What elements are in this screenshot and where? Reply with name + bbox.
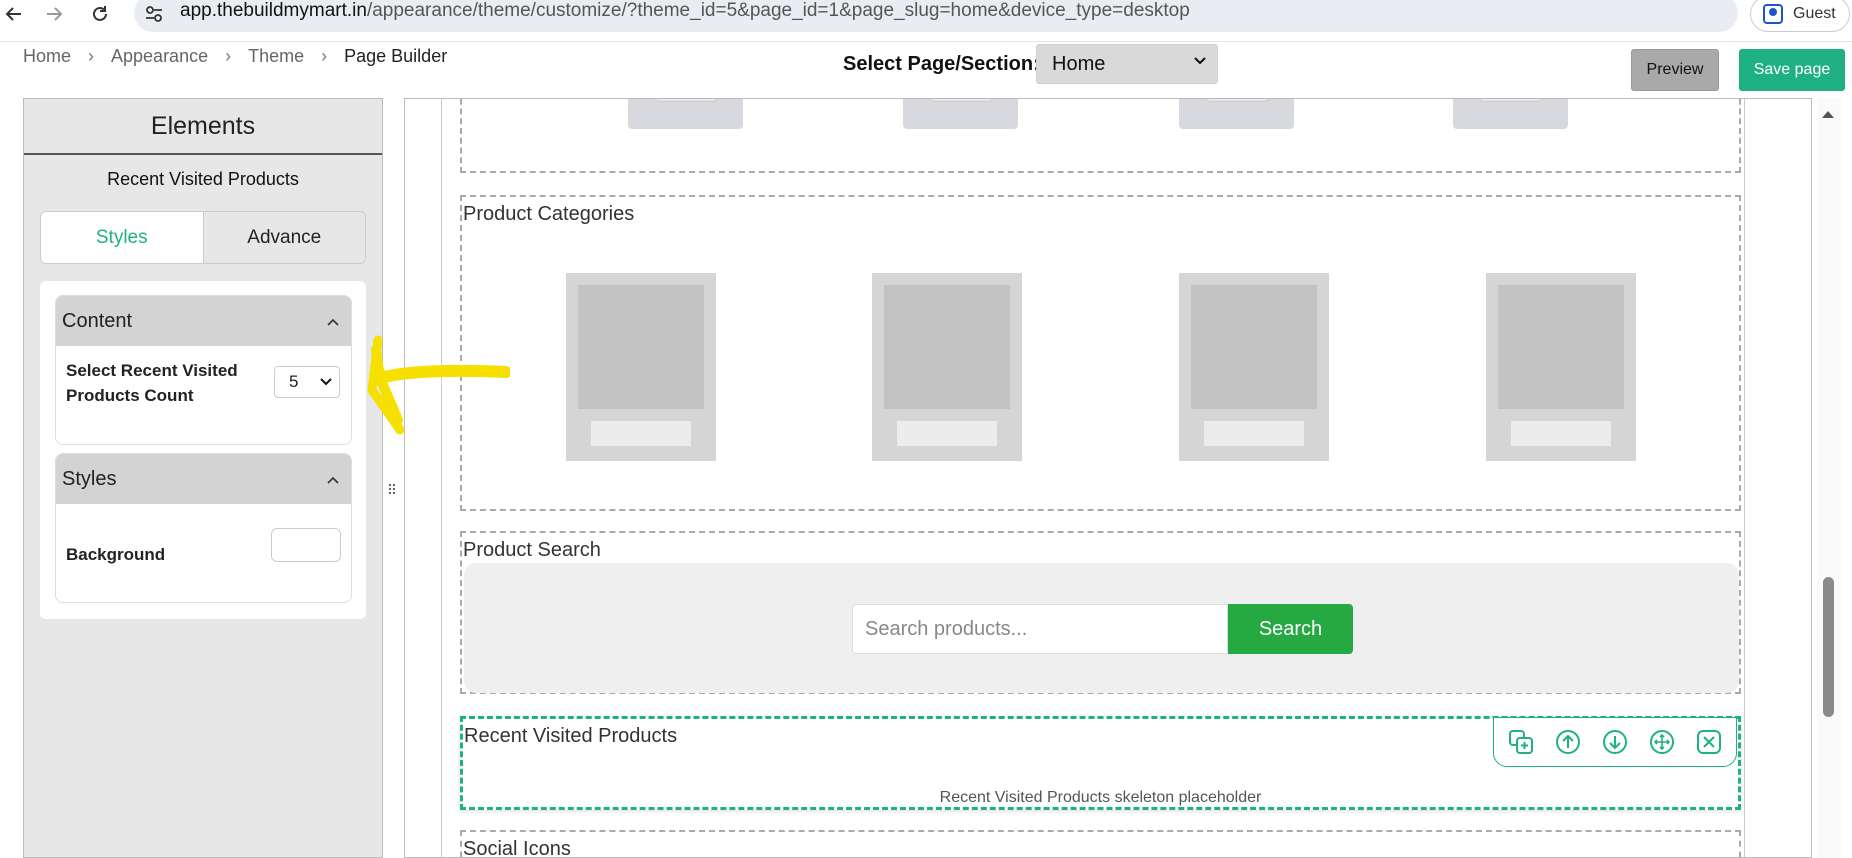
count-field-label: Select Recent Visited Products Count <box>66 361 238 405</box>
page-select-value: Home <box>1052 52 1106 75</box>
breadcrumb-theme[interactable]: Theme <box>248 46 304 67</box>
breadcrumb-page-builder: Page Builder <box>344 46 448 66</box>
browser-toolbar: app.thebuildmymart.in/appearance/theme/c… <box>0 0 1852 32</box>
canvas-section-top[interactable] <box>460 99 1741 173</box>
url-host: app.thebuildmymart.in <box>180 0 367 21</box>
settings-card: Content Select Recent Visited Products C… <box>40 281 366 619</box>
panel-title: Elements <box>24 99 382 155</box>
canvas-section-product-search[interactable]: Product Search Search products... Search <box>460 531 1741 694</box>
section-title: Product Categories <box>463 203 635 225</box>
category-placeholder-card <box>1486 273 1636 461</box>
back-icon[interactable] <box>0 0 28 28</box>
breadcrumb: Home › Appearance › Theme › Page Builder <box>23 46 447 67</box>
chevron-down-icon <box>319 373 333 387</box>
section-title: Social Icons <box>463 838 571 858</box>
selected-element-name: Recent Visited Products <box>107 169 299 189</box>
page-select-label: Select Page/Section: <box>843 53 1040 75</box>
placeholder-thumbnail <box>1453 99 1568 129</box>
page-select[interactable]: Home <box>1036 44 1218 84</box>
search-input[interactable]: Search products... <box>852 604 1228 654</box>
category-placeholder-card <box>566 273 716 461</box>
panel-tabs: Styles Advance <box>40 211 366 264</box>
scroll-up-icon[interactable] <box>1821 106 1835 118</box>
reload-icon[interactable] <box>86 0 114 28</box>
chevron-right-icon: › <box>88 46 95 66</box>
category-placeholder-card <box>872 273 1022 461</box>
chevron-up-icon <box>327 312 339 326</box>
content-accordion-title: Content <box>62 309 133 332</box>
content-accordion-header[interactable]: Content <box>56 296 351 346</box>
profile-label: Guest <box>1793 5 1836 22</box>
placeholder-thumbnail <box>903 99 1018 129</box>
section-title: Recent Visited Products <box>464 725 678 747</box>
breadcrumb-appearance[interactable]: Appearance <box>111 46 208 67</box>
tab-advance[interactable]: Advance <box>202 212 365 263</box>
drag-move-icon[interactable] <box>1648 728 1676 756</box>
toolbar-divider <box>0 41 1852 42</box>
content-accordion-body: Select Recent Visited Products Count 5 <box>56 346 351 444</box>
preview-button[interactable]: Preview <box>1631 49 1719 91</box>
recent-products-count-select[interactable]: 5 <box>274 366 340 398</box>
save-page-button[interactable]: Save page <box>1739 49 1845 91</box>
content-accordion: Content Select Recent Visited Products C… <box>55 295 352 445</box>
canvas-section-social-icons[interactable]: Social Icons <box>460 830 1741 858</box>
profile-icon <box>1763 4 1783 24</box>
url-path: /appearance/theme/customize/?theme_id=5&… <box>366 0 1190 21</box>
section-toolbar <box>1493 717 1737 767</box>
background-color-picker[interactable] <box>271 528 341 562</box>
canvas-section-product-categories[interactable]: Product Categories <box>460 195 1741 511</box>
scrollbar-thumb[interactable] <box>1823 577 1834 717</box>
canvas-section-recent-visited-products[interactable]: Recent Visited Products Recent Visited P… <box>460 716 1741 810</box>
chevron-down-icon <box>1193 53 1207 72</box>
url-text: app.thebuildmymart.in/appearance/theme/c… <box>180 0 1190 22</box>
styles-accordion-body: Background <box>56 504 351 602</box>
canvas-page: Product Categories Product Search Search… <box>441 99 1745 858</box>
panel-resize-handle[interactable]: ⠿ <box>387 480 397 500</box>
profile-button[interactable]: Guest <box>1750 0 1850 32</box>
background-field-label: Background <box>66 545 166 564</box>
skeleton-placeholder-text: Recent Visited Products skeleton placeho… <box>939 789 1262 806</box>
site-settings-icon[interactable] <box>144 4 164 24</box>
category-placeholder-card <box>1179 273 1329 461</box>
search-area: Search products... Search <box>464 563 1739 693</box>
styles-accordion-title: Styles <box>62 467 117 490</box>
placeholder-thumbnail <box>628 99 743 129</box>
move-down-icon[interactable] <box>1601 728 1629 756</box>
section-title: Product Search <box>463 539 601 561</box>
count-select-value: 5 <box>289 372 299 391</box>
forward-icon[interactable] <box>40 0 68 28</box>
styles-accordion-header[interactable]: Styles <box>56 454 351 504</box>
page-canvas: Product Categories Product Search Search… <box>404 98 1812 858</box>
placeholder-thumbnail <box>1179 99 1294 129</box>
chevron-right-icon: › <box>321 46 328 66</box>
elements-panel: Elements Recent Visited Products Styles … <box>23 98 383 858</box>
chevron-up-icon <box>327 470 339 484</box>
duplicate-icon[interactable] <box>1507 728 1535 756</box>
styles-accordion: Styles Background <box>55 453 352 603</box>
search-button[interactable]: Search <box>1228 604 1353 654</box>
delete-icon[interactable] <box>1695 728 1723 756</box>
canvas-scrollbar[interactable] <box>1817 98 1841 858</box>
address-bar[interactable]: app.thebuildmymart.in/appearance/theme/c… <box>134 0 1738 32</box>
chevron-right-icon: › <box>225 46 232 66</box>
move-up-icon[interactable] <box>1554 728 1582 756</box>
breadcrumb-home[interactable]: Home <box>23 46 71 67</box>
tab-styles[interactable]: Styles <box>41 212 203 263</box>
